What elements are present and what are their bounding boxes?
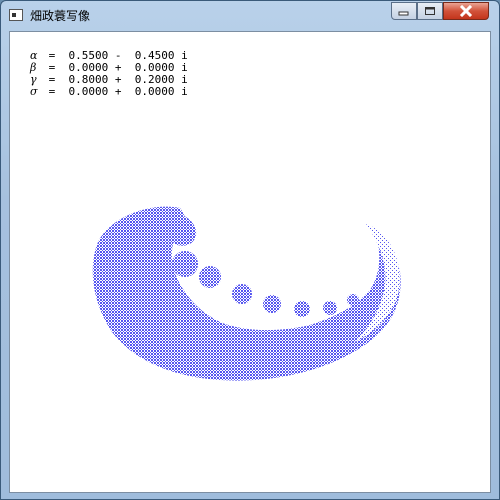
window-title: 畑政蓑写像	[30, 9, 91, 23]
close-button[interactable]	[443, 2, 489, 20]
title-bar[interactable]: 畑政蓑写像	[1, 1, 499, 29]
fractal-plot	[92, 206, 401, 381]
minimize-icon	[398, 11, 409, 16]
maximize-icon	[425, 7, 435, 15]
fractal-ridge-curls	[172, 251, 359, 317]
app-icon[interactable]	[9, 9, 23, 21]
canvas-area[interactable]: α = 0.5500 - 0.4500 i β = 0.0000 + 0.000…	[9, 31, 491, 493]
maximize-button[interactable]	[417, 2, 443, 20]
close-icon	[459, 5, 473, 17]
minimize-button[interactable]	[391, 2, 417, 20]
app-window: 畑政蓑写像 α = 0.5500 - 0.4500 i β = 0.0000 +…	[0, 0, 500, 500]
